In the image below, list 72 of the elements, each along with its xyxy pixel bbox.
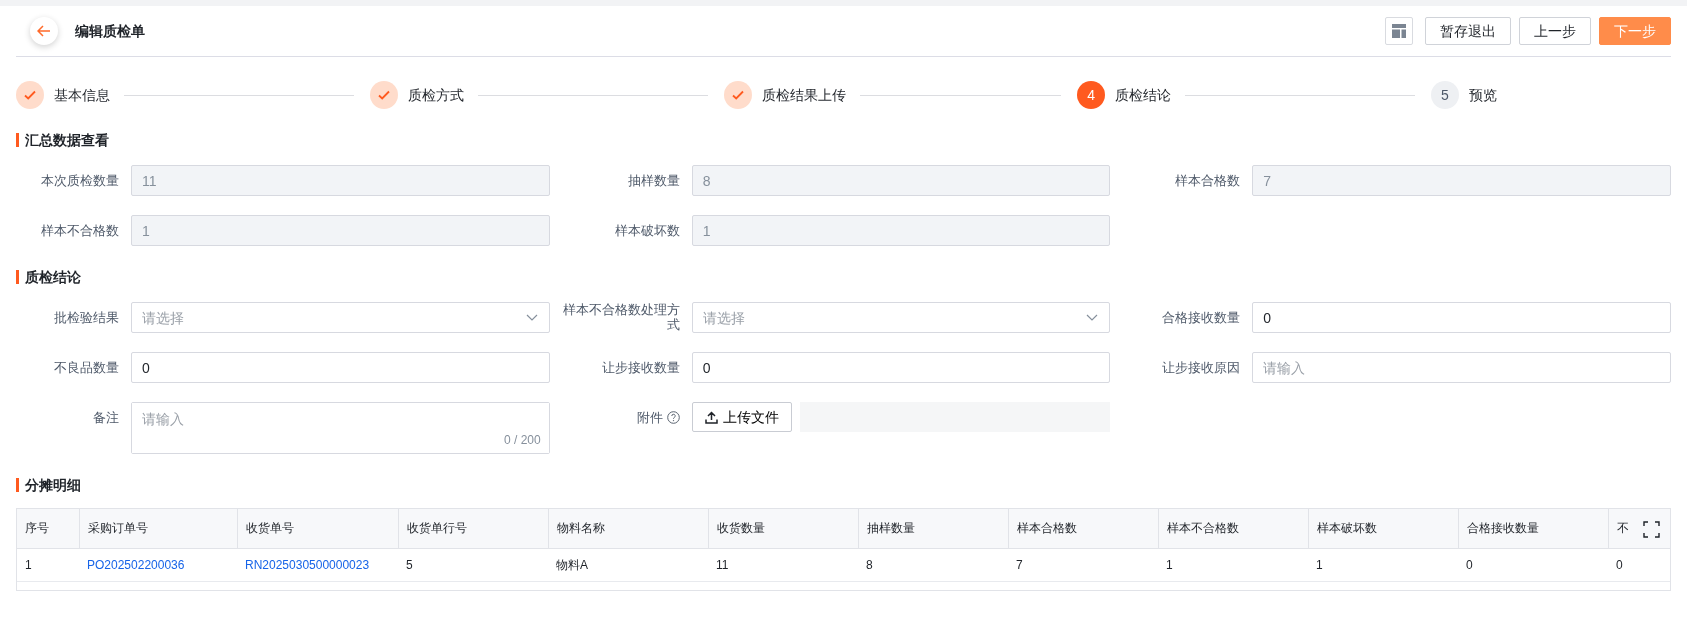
- column-header: 序号: [17, 509, 79, 548]
- table-cell: 物料A: [548, 548, 708, 581]
- field-label: 样本不合格数处理方式: [561, 302, 680, 332]
- chevron-down-icon: [525, 314, 538, 321]
- fullscreen-icon: [1643, 521, 1660, 539]
- page-title: 编辑质检单: [75, 21, 145, 41]
- field-label: 批检验结果: [53, 309, 119, 325]
- table-cell: 5: [398, 548, 548, 581]
- field-label: 让步接收原因: [1161, 359, 1241, 375]
- table-cell: 7: [1008, 548, 1158, 581]
- input-field[interactable]: 0: [691, 352, 1111, 383]
- input-field[interactable]: 0: [131, 352, 550, 383]
- field-label: 让步接收数量: [600, 359, 680, 375]
- upload-button[interactable]: 上传文件: [691, 402, 792, 432]
- table-cell: 1: [1308, 548, 1458, 581]
- table-cell: 0: [1608, 548, 1670, 581]
- upload-icon: [704, 410, 718, 424]
- step-label: 质检方式: [407, 85, 464, 105]
- table-link[interactable]: PO202502200036: [79, 548, 237, 581]
- column-header: 物料名称: [548, 509, 708, 548]
- character-counter: 0 / 200: [503, 432, 541, 449]
- select-field[interactable]: 请选择: [691, 302, 1111, 333]
- field-label: 样本不合格数: [40, 222, 119, 238]
- chevron-down-icon: [1086, 314, 1099, 321]
- column-header: 抽样数量: [858, 509, 1008, 548]
- readonly-field[interactable]: 1: [691, 215, 1111, 246]
- table-cell: 1: [17, 548, 79, 581]
- action-button[interactable]: 上一步: [1519, 17, 1591, 45]
- table-cell: 8: [858, 548, 1008, 581]
- column-header: 样本不合格数: [1158, 509, 1308, 548]
- column-header: 样本合格数: [1008, 509, 1158, 548]
- input-field[interactable]: 0: [1252, 302, 1671, 333]
- step-label: 基本信息: [54, 85, 110, 105]
- field-label: 样本破坏数: [613, 222, 680, 238]
- column-header: 收货单号: [237, 509, 398, 548]
- layout-icon: [1392, 24, 1406, 38]
- field-label: 合格接收数量: [1161, 309, 1241, 325]
- help-icon[interactable]: [666, 410, 680, 424]
- layout-button[interactable]: [1385, 17, 1413, 45]
- readonly-field[interactable]: 7: [1252, 165, 1671, 196]
- step-label: 质检结论: [1115, 85, 1172, 105]
- textarea-field[interactable]: 请输入 0 / 200: [131, 402, 550, 454]
- step-label: 质检结果上传: [761, 85, 846, 105]
- field-label: 不良品数量: [53, 359, 119, 375]
- column-header: 收货数量: [708, 509, 858, 548]
- table-cell: 11: [708, 548, 858, 581]
- column-header: 收货单行号: [398, 509, 548, 548]
- table-cell: 1: [1158, 548, 1308, 581]
- step-indicator: 5: [1431, 81, 1459, 109]
- column-header: 合格接收数量: [1458, 509, 1608, 548]
- column-header: 样本破坏数: [1308, 509, 1458, 548]
- field-label: 样本合格数: [1174, 172, 1241, 188]
- field-label: 抽样数量: [626, 172, 680, 188]
- back-button[interactable]: [30, 17, 58, 45]
- step-label: 预览: [1469, 85, 1497, 105]
- field-label: 本次质检数量: [40, 172, 119, 188]
- readonly-field[interactable]: 1: [131, 215, 550, 246]
- field-label: 附件: [636, 409, 663, 425]
- section-title: 分摊明细: [16, 478, 1671, 492]
- table-link[interactable]: RN2025030500000023: [237, 548, 398, 581]
- input-field[interactable]: 请输入: [1252, 352, 1671, 383]
- column-header: 采购订单号: [79, 509, 237, 548]
- readonly-field[interactable]: 8: [691, 165, 1111, 196]
- section-title: 汇总数据查看: [16, 133, 1671, 147]
- action-button[interactable]: 暂存退出: [1425, 17, 1511, 45]
- step-indicator: 4: [1077, 81, 1106, 109]
- back-arrow-icon: [37, 25, 51, 37]
- field-label: 备注: [92, 409, 119, 425]
- table-cell: 0: [1458, 548, 1608, 581]
- readonly-field[interactable]: 11: [131, 165, 550, 196]
- select-field[interactable]: 请选择: [131, 302, 550, 333]
- section-title: 质检结论: [16, 270, 1671, 284]
